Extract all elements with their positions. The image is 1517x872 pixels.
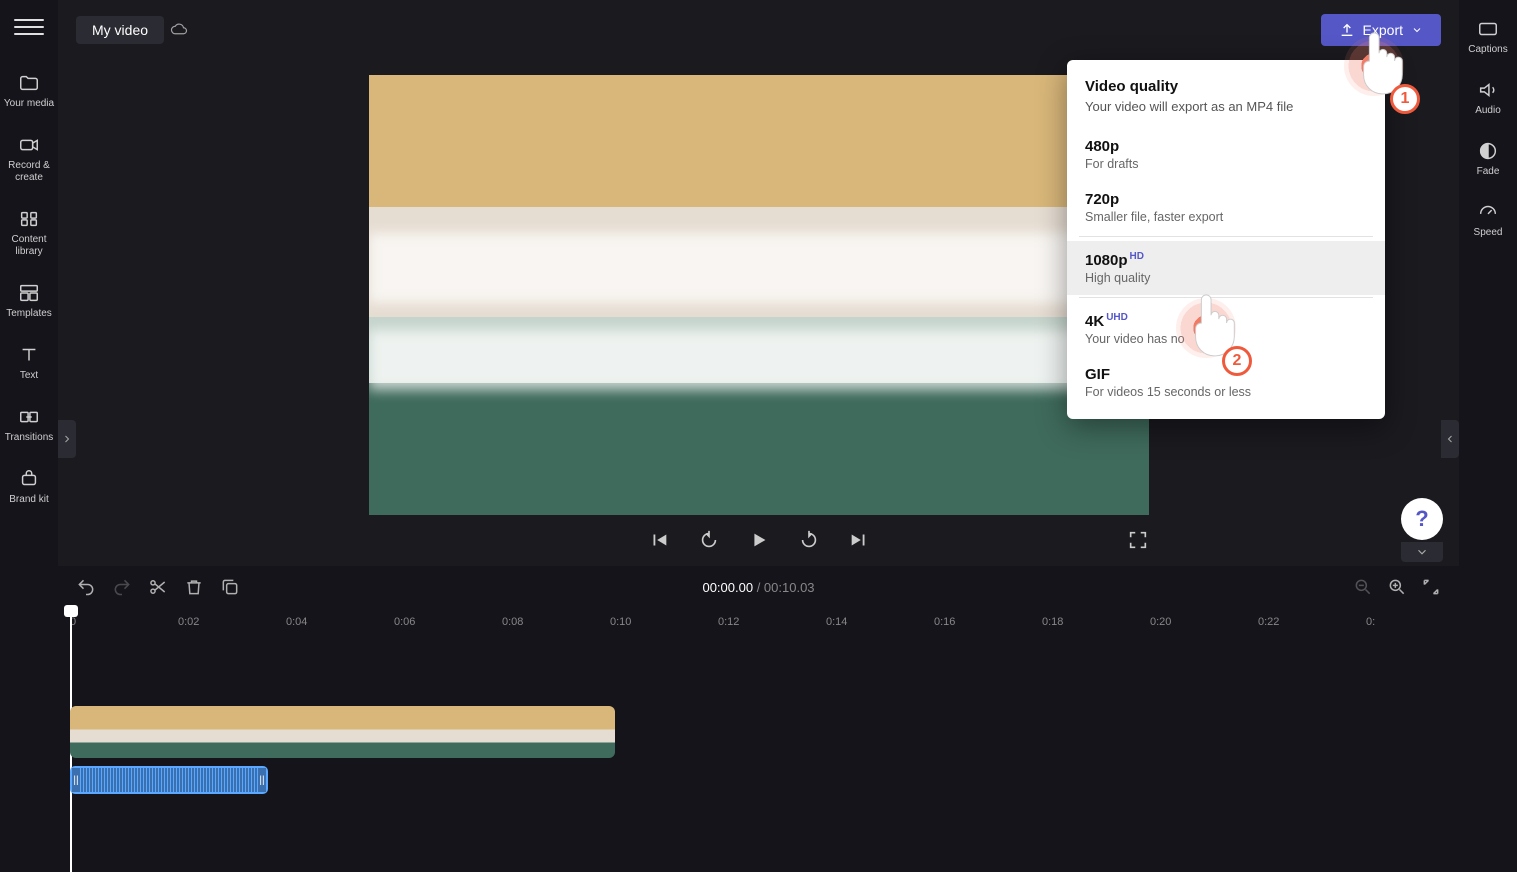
popup-subheading: Your video will export as an MP4 file [1067, 99, 1385, 128]
fullscreen-icon[interactable] [1127, 529, 1149, 551]
video-clip[interactable] [70, 706, 615, 758]
collapse-panel-icon[interactable] [1401, 542, 1443, 562]
quality-option-480p[interactable]: 480p For drafts [1067, 128, 1385, 181]
timeline: 00:00.00 / 00:10.03 0 0:02 0:04 0:06 0:0… [58, 566, 1459, 872]
zoom-in-icon[interactable] [1387, 577, 1407, 597]
forward-icon[interactable] [798, 529, 820, 551]
sidebar-item-label: Audio [1475, 105, 1501, 116]
duplicate-icon[interactable] [220, 577, 240, 597]
sidebar-item-content-library[interactable]: Content library [0, 198, 58, 272]
sidebar-item-label: Content library [0, 234, 58, 258]
sidebar-item-fade[interactable]: Fade [1459, 130, 1517, 191]
sidebar-item-captions[interactable]: Captions [1459, 8, 1517, 69]
captions-icon [1477, 18, 1499, 40]
sidebar-item-label: Captions [1468, 44, 1507, 55]
brand-kit-icon [18, 468, 40, 490]
rewind-icon[interactable] [698, 529, 720, 551]
export-label: Export [1363, 22, 1403, 38]
folder-icon [18, 72, 40, 94]
sidebar-item-transitions[interactable]: Transitions [0, 396, 58, 458]
chevron-down-icon [1411, 24, 1423, 36]
sidebar-item-your-media[interactable]: Your media [0, 62, 58, 124]
skip-start-icon[interactable] [648, 529, 670, 551]
camera-icon [18, 134, 40, 156]
sidebar-item-text[interactable]: Text [0, 334, 58, 396]
playback-controls [369, 529, 1149, 551]
sidebar-item-templates[interactable]: Templates [0, 272, 58, 334]
timeline-tracks[interactable]: || || [70, 638, 1447, 872]
export-quality-popup: Video quality Your video will export as … [1067, 60, 1385, 419]
undo-icon[interactable] [76, 577, 96, 597]
video-canvas[interactable] [369, 75, 1149, 515]
sidebar-item-label: Brand kit [7, 494, 50, 506]
speed-icon [1477, 201, 1499, 223]
left-sidebar: Your media Record & create Content libra… [0, 0, 58, 872]
current-time: 00:00.00 [702, 580, 753, 595]
sidebar-item-label: Record & create [0, 160, 58, 184]
trash-icon[interactable] [184, 577, 204, 597]
right-sidebar: Captions Audio Fade Speed [1459, 0, 1517, 872]
upload-icon [1339, 22, 1355, 38]
scissors-icon[interactable] [148, 577, 168, 597]
quality-option-1080p[interactable]: 1080pHD High quality [1067, 241, 1385, 295]
quality-option-4k[interactable]: 4KUHD Your video has no [1067, 302, 1385, 356]
sidebar-item-label: Transitions [3, 432, 56, 444]
cloud-sync-icon[interactable] [170, 21, 188, 39]
timeline-ruler[interactable]: 0 0:02 0:04 0:06 0:08 0:10 0:12 0:14 0:1… [70, 608, 1447, 638]
export-button[interactable]: Export [1321, 14, 1441, 46]
timeline-time-display: 00:00.00 / 00:10.03 [702, 580, 814, 595]
main-area: My video Export [58, 0, 1459, 872]
popup-heading: Video quality [1067, 76, 1385, 99]
play-icon[interactable] [748, 529, 770, 551]
timeline-toolbar: 00:00.00 / 00:10.03 [58, 566, 1459, 608]
audio-clip[interactable]: || || [70, 766, 268, 794]
skip-end-icon[interactable] [848, 529, 870, 551]
text-icon [18, 344, 40, 366]
transitions-icon [18, 406, 40, 428]
help-button[interactable]: ? [1401, 498, 1443, 540]
clip-handle-left[interactable]: || [72, 768, 80, 792]
clip-handle-right[interactable]: || [258, 768, 266, 792]
expand-right-panel-icon[interactable] [1441, 420, 1459, 458]
total-time: 00:10.03 [764, 580, 815, 595]
sidebar-item-label: Templates [4, 308, 54, 320]
sidebar-item-record-create[interactable]: Record & create [0, 124, 58, 198]
sidebar-item-label: Speed [1474, 227, 1503, 238]
sidebar-item-audio[interactable]: Audio [1459, 69, 1517, 130]
audio-icon [1477, 79, 1499, 101]
quality-option-gif[interactable]: GIF For videos 15 seconds or less [1067, 356, 1385, 409]
top-bar: My video Export [58, 0, 1459, 60]
sidebar-item-label: Your media [2, 98, 56, 110]
project-title[interactable]: My video [76, 16, 164, 44]
hamburger-menu-icon[interactable] [14, 12, 44, 42]
zoom-out-icon[interactable] [1353, 577, 1373, 597]
library-icon [18, 208, 40, 230]
fade-icon [1477, 140, 1499, 162]
project-title-text: My video [92, 22, 148, 38]
expand-left-panel-icon[interactable] [58, 420, 76, 458]
sidebar-item-speed[interactable]: Speed [1459, 191, 1517, 252]
sidebar-item-brand-kit[interactable]: Brand kit [0, 458, 58, 520]
fit-icon[interactable] [1421, 577, 1441, 597]
quality-option-720p[interactable]: 720p Smaller file, faster export [1067, 181, 1385, 234]
sidebar-item-label: Text [18, 370, 40, 382]
sidebar-item-label: Fade [1477, 166, 1500, 177]
redo-icon[interactable] [112, 577, 132, 597]
templates-icon [18, 282, 40, 304]
